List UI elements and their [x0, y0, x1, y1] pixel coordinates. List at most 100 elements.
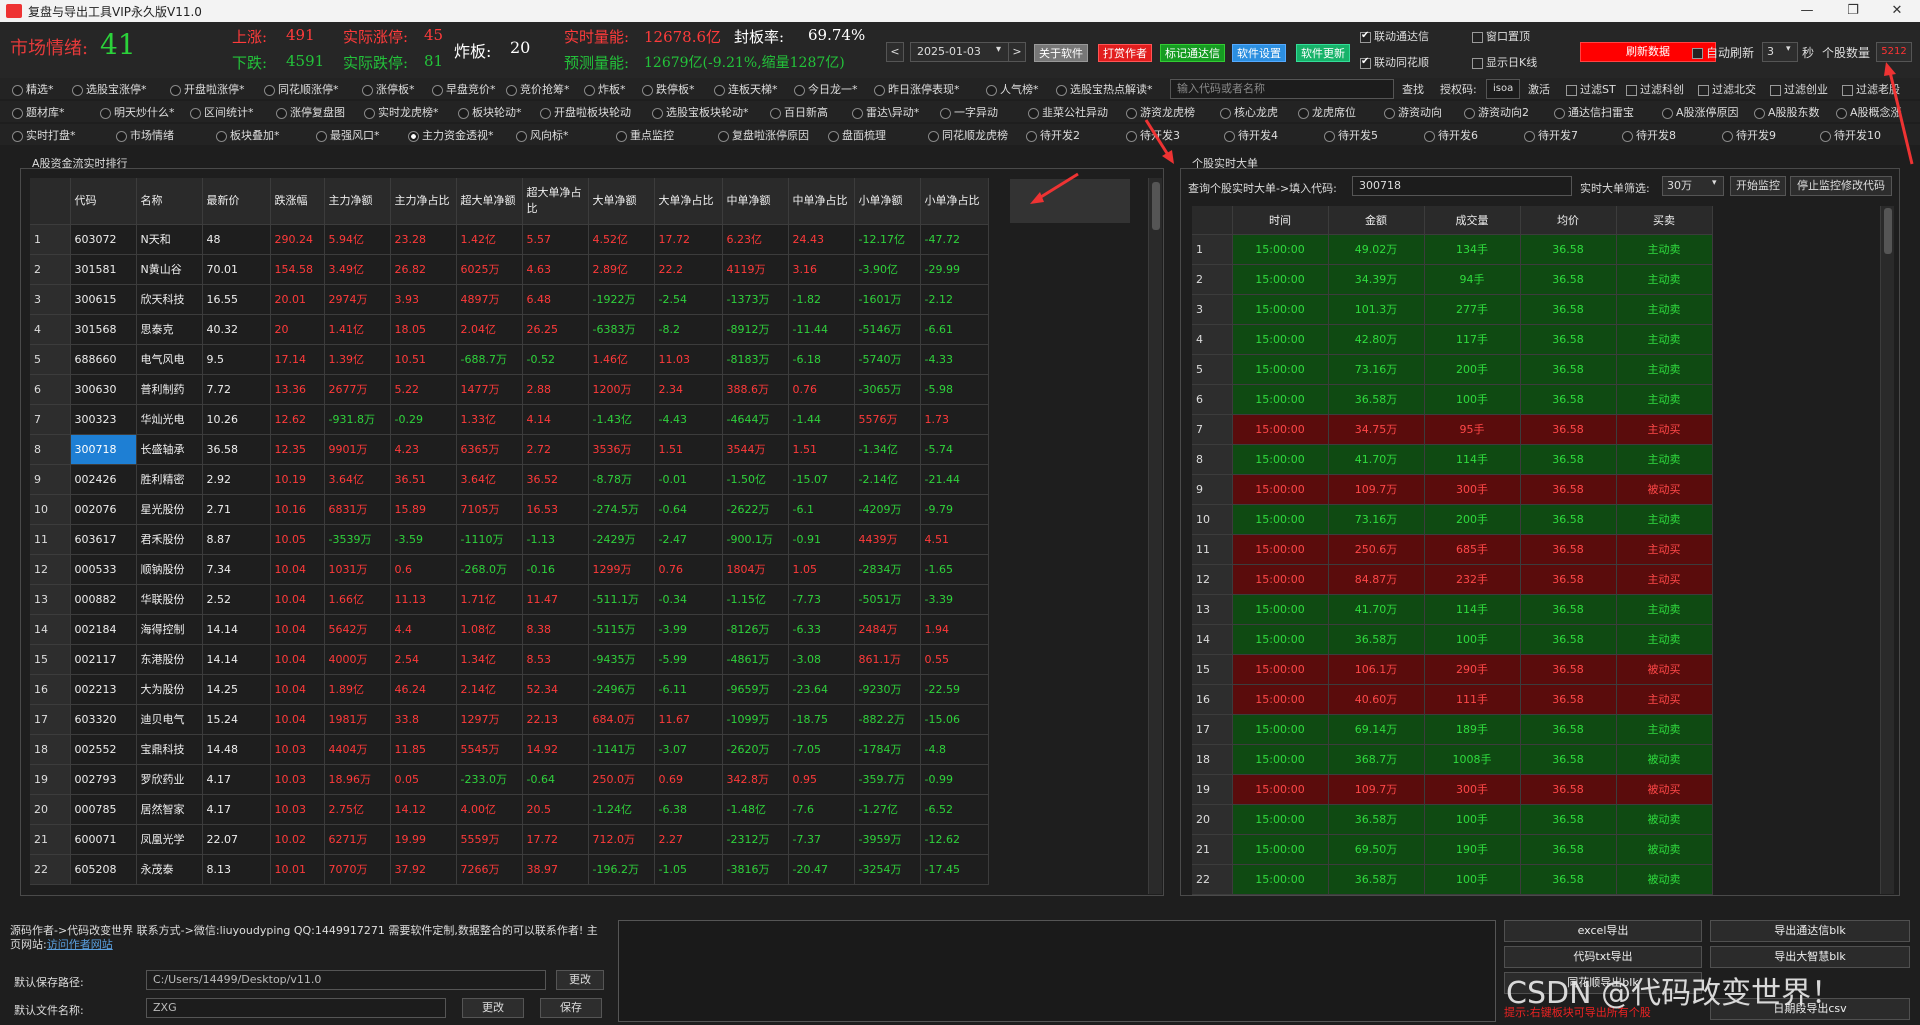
table-cell[interactable]: 1.89亿 [324, 674, 391, 705]
table-cell[interactable]: -3816万 [722, 854, 789, 885]
table-cell[interactable]: 000882 [70, 584, 137, 615]
table-cell[interactable]: 13.36 [270, 374, 325, 405]
table-cell[interactable]: 36.58 [1520, 294, 1617, 325]
table-cell[interactable]: 301581 [70, 254, 137, 285]
table-cell[interactable]: 34.39万 [1328, 264, 1425, 295]
table-cell[interactable]: -3.07 [654, 734, 723, 765]
table-cell[interactable]: 3.64亿 [456, 464, 523, 495]
table-cell[interactable]: -4861万 [722, 644, 789, 675]
table-cell[interactable]: 712.0万 [588, 824, 655, 855]
column-header[interactable]: 时间 [1232, 206, 1329, 235]
table-cell[interactable]: 70.01 [202, 254, 271, 285]
option-item[interactable]: 待开发5 [1324, 127, 1378, 143]
filter-st-checkbox[interactable]: 过滤ST [1566, 81, 1616, 97]
table-cell[interactable]: 36.58 [1520, 594, 1617, 625]
table-row[interactable]: 1 15:00:00 49.02万 134手 36.58 主动卖 [1192, 234, 1713, 265]
table-cell[interactable]: -1141万 [588, 734, 655, 765]
option-item[interactable]: 百日新高 [770, 104, 828, 120]
table-cell[interactable]: 1.71亿 [456, 584, 523, 615]
table-cell[interactable]: 2974万 [324, 284, 391, 315]
table-cell[interactable]: 0.76 [654, 554, 723, 585]
table-cell[interactable]: 10.01 [270, 854, 325, 885]
maximize-button[interactable]: ❐ [1830, 0, 1876, 22]
table-cell[interactable]: -2.54 [654, 284, 723, 315]
table-cell[interactable]: 14.25 [202, 674, 271, 705]
table-cell[interactable]: 15:00:00 [1232, 414, 1329, 445]
option-item-selected[interactable]: 主力资金透视* [408, 127, 494, 143]
column-header[interactable]: 金额 [1328, 206, 1425, 235]
table-cell[interactable]: 4897万 [456, 284, 523, 315]
table-cell[interactable]: -5.99 [654, 644, 723, 675]
option-item[interactable]: 待开发10 [1820, 127, 1881, 143]
table-cell[interactable]: 1.33亿 [456, 404, 523, 435]
table-row[interactable]: 16 002213 大为股份 14.25 10.04 1.89亿 46.24 2.14亿 52.… [30, 674, 989, 705]
table-cell[interactable]: 1008手 [1424, 744, 1521, 775]
left-scrollbar[interactable] [1148, 178, 1162, 894]
table-cell[interactable]: -22.59 [920, 674, 989, 705]
left-scrollbar-thumb[interactable] [1152, 182, 1160, 230]
table-cell[interactable]: 36.58 [1520, 504, 1617, 535]
search-button[interactable]: 查找 [1402, 81, 1424, 97]
table-cell[interactable]: -6.11 [654, 674, 723, 705]
table-row[interactable]: 7 300323 华灿光电 10.26 12.62 -931.8万 -0.29 1.33亿 4.… [30, 404, 989, 435]
table-cell[interactable]: 2.52 [202, 584, 271, 615]
table-cell[interactable]: -0.99 [920, 764, 989, 795]
table-cell[interactable]: 17 [1192, 714, 1233, 745]
option-item[interactable]: 待开发6 [1424, 127, 1478, 143]
table-cell[interactable]: -29.99 [920, 254, 989, 285]
table-cell[interactable]: 3544万 [722, 434, 789, 465]
table-cell[interactable]: 6 [30, 374, 71, 405]
table-cell[interactable]: 主动卖 [1616, 384, 1713, 415]
table-cell[interactable]: 114手 [1424, 444, 1521, 475]
table-row[interactable]: 12 000533 顺钠股份 7.34 10.04 1031万 0.6 -268.0万 -0.1… [30, 554, 989, 585]
table-cell[interactable]: -15.07 [788, 464, 855, 495]
table-row[interactable]: 20 000785 居然智家 4.17 10.03 2.75亿 14.12 4.00亿 20.5… [30, 794, 989, 825]
table-cell[interactable]: 20 [30, 794, 71, 825]
pin-window-checkbox[interactable]: 窗口置顶 [1472, 28, 1530, 44]
table-cell[interactable]: 5.22 [390, 374, 457, 405]
table-cell[interactable]: -8.78万 [588, 464, 655, 495]
table-cell[interactable]: 3.93 [390, 284, 457, 315]
table-cell[interactable]: 0.55 [920, 644, 989, 675]
table-row[interactable]: 21 600071 凤凰光学 22.07 10.02 6271万 19.99 5559万 17.… [30, 824, 989, 855]
table-cell[interactable]: 3.64亿 [324, 464, 391, 495]
column-header[interactable]: 均价 [1520, 206, 1617, 235]
table-cell[interactable]: 100手 [1424, 804, 1521, 835]
table-cell[interactable]: -3.59 [390, 524, 457, 555]
table-cell[interactable]: -3.39 [920, 584, 989, 615]
table-cell[interactable]: -0.64 [654, 494, 723, 525]
table-cell[interactable]: 11 [1192, 534, 1233, 565]
table-cell[interactable]: 主动买 [1616, 414, 1713, 445]
table-cell[interactable]: 15:00:00 [1232, 234, 1329, 265]
table-row[interactable]: 15 15:00:00 106.1万 290手 36.58 被动买 [1192, 654, 1713, 685]
table-row[interactable]: 16 15:00:00 40.60万 111手 36.58 主动买 [1192, 684, 1713, 715]
table-cell[interactable]: 14.92 [522, 734, 589, 765]
file-name-input[interactable]: ZXG [146, 998, 446, 1018]
table-cell[interactable]: 22 [30, 854, 71, 885]
table-cell[interactable]: 华联股份 [136, 584, 203, 615]
table-cell[interactable]: 36.58 [1520, 414, 1617, 445]
table-cell[interactable]: 0.6 [390, 554, 457, 585]
table-cell[interactable]: -2.12 [920, 284, 989, 315]
table-cell[interactable]: 20 [1192, 804, 1233, 835]
table-row[interactable]: 2 301581 N黄山谷 70.01 154.58 3.49亿 26.82 6025万 4.6… [30, 254, 989, 285]
table-cell[interactable]: -6.1 [788, 494, 855, 525]
table-cell[interactable]: 3.49亿 [324, 254, 391, 285]
table-cell[interactable]: -5146万 [854, 314, 921, 345]
table-cell[interactable]: -5740万 [854, 344, 921, 375]
table-cell[interactable]: 永茂泰 [136, 854, 203, 885]
table-cell[interactable]: 2.27 [654, 824, 723, 855]
column-header[interactable]: 大单净额 [588, 178, 655, 225]
table-cell[interactable]: 300718 [70, 434, 137, 465]
table-cell[interactable]: 4439万 [854, 524, 921, 555]
table-cell[interactable]: 1.51 [654, 434, 723, 465]
table-cell[interactable]: 26.82 [390, 254, 457, 285]
table-cell[interactable]: 18.96万 [324, 764, 391, 795]
table-cell[interactable]: 凤凰光学 [136, 824, 203, 855]
table-cell[interactable]: 20.01 [270, 284, 325, 315]
table-cell[interactable]: 15:00:00 [1232, 474, 1329, 505]
table-cell[interactable]: 13 [1192, 594, 1233, 625]
table-cell[interactable]: 15:00:00 [1232, 504, 1329, 535]
table-cell[interactable]: -2.14亿 [854, 464, 921, 495]
table-cell[interactable]: -1.44 [788, 404, 855, 435]
